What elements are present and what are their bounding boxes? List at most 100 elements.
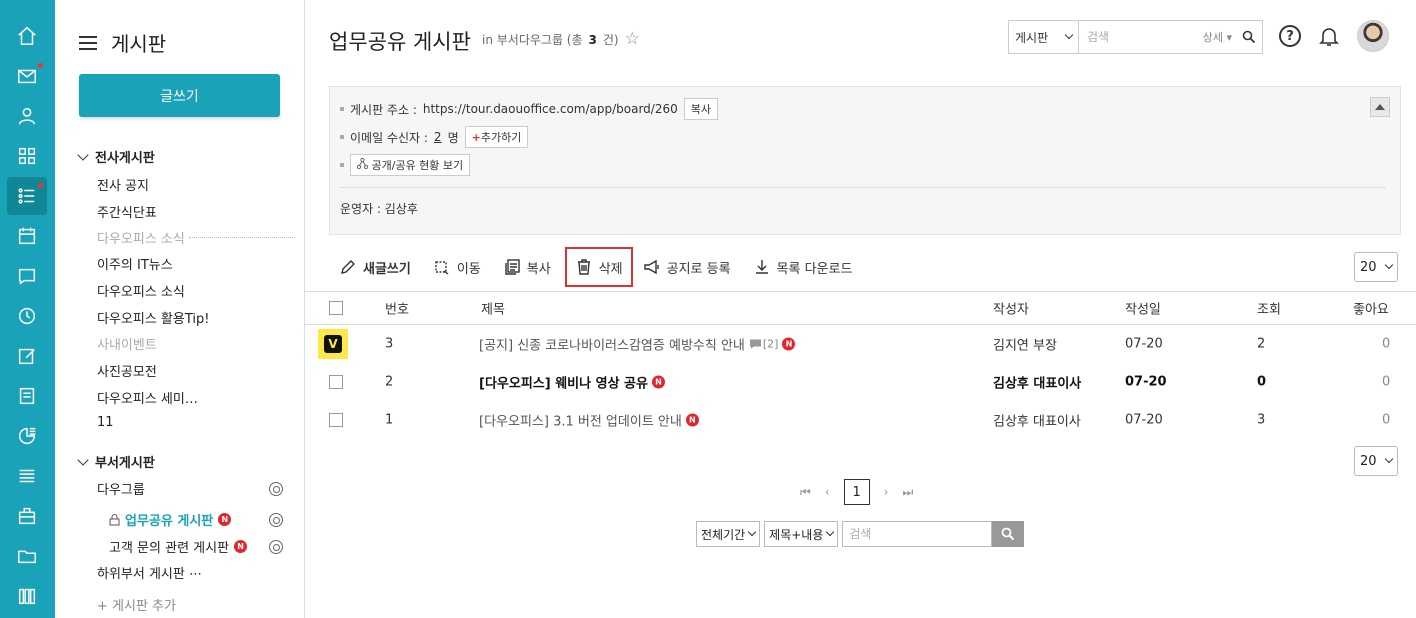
email-count[interactable]: 2 (434, 130, 442, 144)
add-recipient-label: 추가하기 (480, 131, 522, 144)
gear-icon[interactable] (269, 512, 283, 527)
register-notice-button[interactable]: 공지로 등록 (643, 253, 731, 281)
mail-icon[interactable] (7, 57, 47, 95)
col-date[interactable]: 작성일 (1125, 299, 1161, 318)
report-icon[interactable] (7, 377, 47, 415)
new-post-button[interactable]: 새글쓰기 (339, 253, 411, 281)
group-dept-boards[interactable]: 부서게시판 (77, 452, 155, 471)
pencil-icon (341, 260, 355, 274)
collapse-button[interactable] (1370, 97, 1390, 117)
search-scope-select[interactable]: 게시판 (1009, 21, 1079, 53)
email-unit: 명 (447, 130, 459, 145)
delete-button[interactable]: 삭제 (564, 247, 633, 287)
table-row[interactable]: 2 [다우오피스] 웨비나 영상 공유 N 김상후 대표이사 07-20 0 0 (305, 363, 1416, 401)
apps-icon[interactable] (7, 137, 47, 175)
library-icon[interactable] (7, 577, 47, 615)
search-input[interactable] (1079, 30, 1199, 44)
clock-icon[interactable] (7, 297, 47, 335)
page-size-select-bottom[interactable]: 20 (1354, 446, 1398, 476)
trash-icon (577, 259, 590, 275)
sidebar-item-work-share[interactable]: 업무공유 게시판 N (109, 510, 283, 529)
sidebar-item-daou-news[interactable]: 다우오피스 소식 (97, 281, 185, 300)
field-select[interactable]: 제목+내용 (764, 521, 839, 547)
page-current[interactable]: 1 (843, 479, 870, 505)
bullet (340, 107, 344, 111)
header-icons: ? (1279, 20, 1389, 52)
edit-icon[interactable] (7, 337, 47, 375)
sidebar-item-11[interactable]: 11 (97, 415, 114, 430)
post-subject[interactable]: [다우오피스] 3.1 버전 업데이트 안내 N (479, 411, 699, 430)
sidebar-item-photo-contest[interactable]: 사진공모전 (97, 361, 157, 380)
list-search-input[interactable] (842, 521, 993, 547)
sidebar-separator-event: 사내이벤트 (97, 334, 295, 353)
meta-suffix: 건) (602, 33, 619, 47)
write-button[interactable]: 글쓰기 (79, 74, 280, 117)
col-author[interactable]: 작성자 (993, 299, 1029, 318)
table-row[interactable]: 1 [다우오피스] 3.1 버전 업데이트 안내 N 김상후 대표이사 07-2… (305, 401, 1416, 439)
storage-icon[interactable] (7, 457, 47, 495)
new-badge: N (685, 413, 699, 427)
avatar[interactable] (1357, 20, 1389, 52)
board-icon[interactable] (7, 177, 47, 215)
star-icon[interactable]: ☆ (625, 31, 640, 48)
post-subject[interactable]: [다우오피스] 웨비나 영상 공유 N (479, 373, 665, 392)
help-icon[interactable]: ? (1279, 25, 1301, 47)
row-checkbox[interactable] (329, 413, 343, 427)
contacts-icon[interactable] (7, 97, 47, 135)
copy-url-button[interactable]: 복사 (683, 98, 718, 120)
folder-icon[interactable] (7, 537, 47, 575)
chat-icon[interactable] (7, 257, 47, 295)
row-checkbox[interactable] (329, 375, 343, 389)
prev-page-icon[interactable]: ‹ (825, 485, 830, 499)
bullet (340, 163, 344, 167)
next-page-icon[interactable]: › (884, 485, 889, 499)
move-button[interactable]: 이동 (433, 253, 481, 281)
home-icon[interactable] (7, 17, 47, 55)
sidebar-item-customer-inquiry[interactable]: 고객 문의 관련 게시판 N (109, 537, 283, 556)
sidebar-item-it-news[interactable]: 이주의 IT뉴스 (97, 254, 173, 273)
add-recipient-button[interactable]: +추가하기 (464, 126, 529, 148)
col-likes[interactable]: 좋아요 (1353, 299, 1389, 318)
separator-label: 다우오피스 소식 (97, 232, 185, 247)
download-list-button[interactable]: 목록 다운로드 (753, 253, 852, 281)
search-icon[interactable] (1236, 30, 1262, 44)
col-no[interactable]: 번호 (385, 299, 409, 318)
period-select[interactable]: 전체기간 (696, 521, 761, 547)
page-size-select[interactable]: 20 (1354, 252, 1398, 282)
post-author: 김상후 대표이사 (993, 376, 1082, 392)
first-page-icon[interactable]: ⏮ (800, 485, 811, 500)
sidebar-item-daou-group[interactable]: 다우그룹 (97, 479, 283, 498)
table-header: 번호 제목 작성자 작성일 조회 좋아요 (305, 291, 1416, 325)
col-subject[interactable]: 제목 (481, 299, 505, 318)
calendar-icon[interactable] (7, 217, 47, 255)
post-subject[interactable]: [공지] 신종 코로나바이러스감염증 예방수칙 안내 [2] N (479, 335, 796, 354)
gear-icon[interactable] (269, 481, 283, 496)
share-status-button[interactable]: 공개/공유 현황 보기 (350, 154, 471, 176)
sidebar-item-sub-dept[interactable]: 하위부서 게시판 ⋯ (97, 563, 202, 582)
sidebar-item-tips[interactable]: 다우오피스 활용Tip! (97, 308, 209, 327)
copy-icon (505, 259, 520, 275)
survey-icon[interactable] (7, 417, 47, 455)
list-search-button[interactable] (992, 521, 1025, 547)
bell-icon[interactable] (1318, 25, 1340, 47)
sidebar-item-seminar[interactable]: 다우오피스 세미… (97, 388, 198, 407)
col-views[interactable]: 조회 (1257, 299, 1281, 318)
last-page-icon[interactable]: ⏭ (902, 485, 913, 500)
sidebar-item-company-notice[interactable]: 전사 공지 (97, 175, 149, 194)
copy-button[interactable]: 복사 (503, 253, 551, 281)
menu-icon[interactable] (79, 35, 97, 50)
add-board-link[interactable]: + 게시판 추가 (97, 595, 176, 614)
select-all-checkbox[interactable] (329, 301, 343, 315)
post-date: 07-20 (1125, 412, 1163, 428)
separator-label: 사내이벤트 (97, 338, 157, 353)
search-detail-toggle[interactable]: 상세 ▾ (1199, 29, 1236, 45)
works-icon[interactable] (7, 497, 47, 535)
sidebar-item-weekly-menu[interactable]: 주간식단표 (97, 202, 157, 221)
new-badge: N (218, 513, 232, 526)
gear-icon[interactable] (269, 539, 283, 554)
dept-root-label: 다우그룹 (97, 483, 145, 498)
mail-new-dot (38, 63, 43, 68)
group-company-boards[interactable]: 전사게시판 (77, 147, 155, 166)
table-row[interactable]: V 3 [공지] 신종 코로나바이러스감염증 예방수칙 안내 [2] N 김지연… (305, 325, 1416, 363)
row-checkbox-checked[interactable]: V (318, 329, 348, 359)
